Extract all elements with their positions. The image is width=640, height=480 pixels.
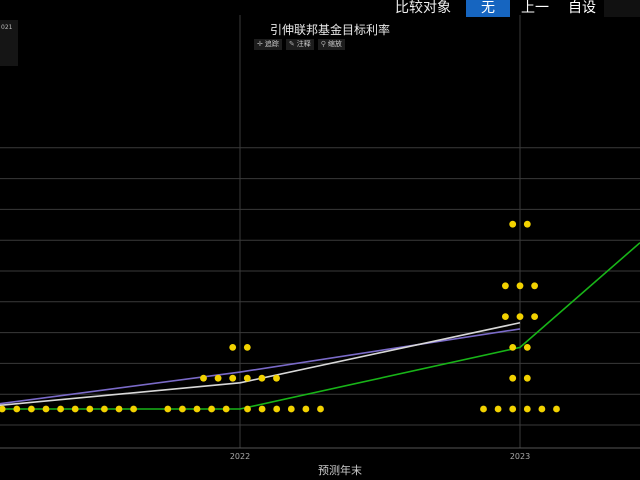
dot-point	[531, 313, 538, 320]
dot-point	[509, 220, 517, 228]
dot-plot-chart: 2022 2023	[0, 15, 640, 461]
dot-point	[222, 405, 230, 413]
dot-point	[71, 405, 79, 413]
dot-point	[164, 405, 172, 413]
dot-point	[502, 313, 509, 320]
pencil-icon: ✎	[288, 40, 295, 48]
dot-point	[480, 405, 487, 413]
dot-point	[28, 405, 35, 413]
crosshair-icon: ✛	[257, 40, 263, 48]
dot-point	[243, 344, 251, 351]
x-axis-label: 预测年末	[318, 464, 362, 477]
series-line	[0, 321, 521, 407]
x-tick-label: 2023	[510, 452, 530, 461]
dot-point	[273, 405, 281, 413]
dot-point	[57, 405, 64, 413]
dot-point	[115, 405, 123, 413]
dot-point	[179, 405, 186, 413]
dot-point	[523, 405, 531, 413]
dot-point	[553, 405, 560, 413]
dot-point	[502, 282, 509, 290]
track-tool-label: 追踪	[264, 40, 279, 48]
dot-point	[243, 374, 251, 382]
dot-point	[317, 405, 324, 413]
dot-point	[523, 344, 531, 351]
dot-point	[509, 344, 517, 351]
dot-point	[193, 405, 201, 413]
dot-point	[101, 405, 108, 413]
dot-point	[244, 405, 251, 413]
dot-point	[509, 405, 517, 413]
dot-point	[509, 374, 517, 382]
chart-toolbar: ✛ 追踪 ✎ 注释 ⚲ 缩放	[254, 39, 345, 51]
track-tool-button[interactable]: ✛ 追踪	[254, 39, 282, 50]
dot-point	[13, 405, 21, 413]
dot-point	[516, 313, 524, 320]
dot-point	[523, 220, 531, 228]
zoom-tool-button[interactable]: ⚲ 缩放	[317, 39, 345, 50]
zoom-tool-label: 缩放	[327, 40, 342, 48]
dot-point	[494, 405, 502, 413]
annotate-tool-button[interactable]: ✎ 注释	[285, 39, 314, 50]
dot-point	[273, 374, 280, 382]
dot-point	[287, 405, 295, 413]
dot-point	[214, 374, 222, 382]
dot-point	[200, 374, 207, 382]
dot-point	[516, 282, 524, 290]
dot-point	[86, 405, 94, 413]
dot-point	[229, 374, 237, 382]
dot-point	[538, 405, 546, 413]
dot-point	[208, 405, 216, 413]
dot-point	[258, 405, 266, 413]
series-line	[0, 328, 521, 405]
dot-point	[531, 282, 538, 290]
dot-point	[258, 374, 266, 382]
x-tick-label: 2022	[230, 452, 250, 461]
dot-point	[302, 405, 310, 413]
annotate-tool-label: 注释	[296, 40, 311, 48]
dot-point	[229, 344, 237, 351]
dot-point	[523, 374, 531, 382]
dot-point	[42, 405, 50, 413]
chart-title: 引伸联邦基金目标利率	[269, 23, 390, 37]
dot-point	[0, 405, 6, 413]
dot-point	[130, 405, 138, 413]
magnifier-icon: ⚲	[320, 40, 326, 48]
series-line	[0, 242, 640, 410]
